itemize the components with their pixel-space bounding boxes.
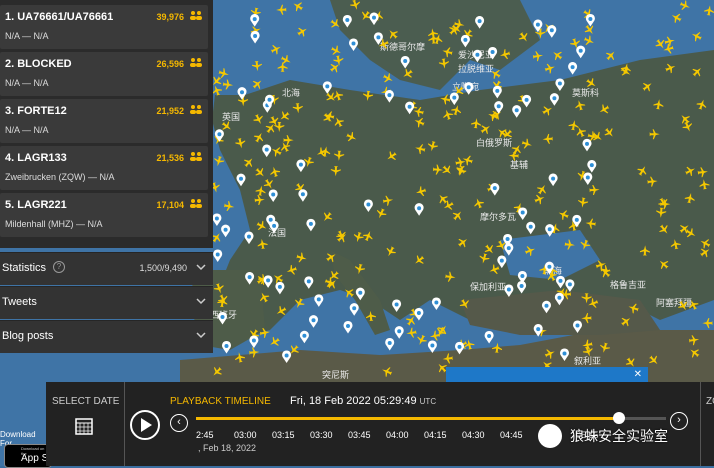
- timeline-track[interactable]: [196, 412, 666, 424]
- timeline-tick: 03:15: [272, 430, 295, 440]
- timeline-tick: 04:00: [386, 430, 409, 440]
- map-label: 英国: [222, 111, 240, 122]
- map-label: 拉脱维亚: [458, 63, 494, 74]
- map-label: 北海: [282, 87, 300, 98]
- timeline-tick: 03:00: [234, 430, 257, 440]
- flight-route: Zweibrucken (ZQW) — N/A: [5, 172, 115, 182]
- viewer-count: 17,104: [156, 200, 184, 210]
- flight-card[interactable]: 1. UA76661/UA76661 39,976 N/A — N/A: [0, 5, 208, 49]
- flight-route: N/A — N/A: [5, 31, 49, 41]
- playback-title: PLAYBACK TIMELINE: [170, 396, 271, 407]
- zoom-label: ZO: [706, 396, 714, 407]
- map-label: 莫斯科: [572, 87, 599, 98]
- info-icon[interactable]: ?: [53, 261, 65, 273]
- blog-posts-label: Blog posts: [2, 330, 54, 342]
- viewer-count: 39,976: [156, 12, 184, 22]
- watermark-text: 狼蛛安全实验室: [570, 428, 668, 444]
- map-label: 白俄罗斯: [476, 137, 512, 148]
- leaderboard-panel: 1. UA76661/UA76661 39,976 N/A — N/A 2. B…: [0, 0, 213, 248]
- map-label: 叙利亚: [574, 355, 601, 366]
- datetime-value: Fri, 18 Feb 2022 05:29:49: [290, 395, 417, 407]
- play-button[interactable]: [130, 410, 160, 440]
- download-badge[interactable]: Download For Download on the App S: [0, 428, 52, 468]
- flight-route: N/A — N/A: [5, 125, 49, 135]
- flight-name: 3. FORTE12: [5, 105, 67, 117]
- step-back-button[interactable]: ‹: [170, 414, 188, 432]
- chevron-down-icon[interactable]: [195, 261, 207, 273]
- calendar-icon[interactable]: [74, 416, 94, 436]
- statistics-value: 1,500/9,490: [139, 263, 187, 273]
- chevron-down-icon[interactable]: [195, 329, 207, 341]
- map-label: 保加利亚: [470, 281, 506, 292]
- timeline-tick: 03:45: [348, 430, 371, 440]
- playback-datetime: Fri, 18 Feb 2022 05:29:49 UTC: [290, 395, 436, 407]
- timeline-date: , Feb 18, 2022: [198, 443, 257, 453]
- statistics-label: Statistics: [2, 262, 47, 274]
- app-store-button[interactable]: Download on the App S: [4, 444, 52, 468]
- flight-route: Mildenhall (MHZ) — N/A: [5, 219, 103, 229]
- timeline-tick: 04:45: [500, 430, 523, 440]
- flight-card[interactable]: 4. LAGR133 21,536 Zweibrucken (ZQW) — N/…: [0, 146, 208, 190]
- timezone-label: UTC: [419, 397, 437, 406]
- timeline-tick: 03:30: [310, 430, 333, 440]
- viewer-count: 26,596: [156, 59, 184, 69]
- flight-card[interactable]: 2. BLOCKED 26,596 N/A — N/A: [0, 52, 208, 96]
- flight-card[interactable]: 5. LAGR221 17,104 Mildenhall (MHZ) — N/A: [0, 193, 208, 237]
- users-icon: [190, 105, 202, 114]
- tweets-section[interactable]: Tweets: [0, 286, 213, 319]
- viewer-count: 21,536: [156, 153, 184, 163]
- chevron-down-icon[interactable]: [195, 295, 207, 307]
- statistics-section[interactable]: Statistics ? 1,500/9,490: [0, 252, 213, 285]
- timeline-progress: [196, 417, 619, 420]
- map-label: 摩尔多瓦: [480, 211, 516, 222]
- flight-name: 5. LAGR221: [5, 199, 67, 211]
- timeline-tick: 2:45: [196, 430, 214, 440]
- users-icon: [190, 11, 202, 20]
- users-icon: [190, 58, 202, 67]
- blog-posts-section[interactable]: Blog posts: [0, 320, 213, 353]
- close-icon[interactable]: ✕: [634, 369, 642, 380]
- tweets-label: Tweets: [2, 296, 37, 308]
- map-label: 格鲁吉亚: [610, 279, 646, 290]
- map-label: 突尼斯: [322, 369, 349, 380]
- timeline-tick: 04:15: [424, 430, 447, 440]
- select-date-label[interactable]: SELECT DATE: [52, 396, 119, 407]
- wechat-logo-icon: [538, 424, 562, 448]
- timeline-handle[interactable]: [613, 412, 625, 424]
- timeline-tick: 04:30: [462, 430, 485, 440]
- map-label: 基辅: [510, 159, 528, 170]
- flight-name: 4. LAGR133: [5, 152, 67, 164]
- viewer-count: 21,952: [156, 106, 184, 116]
- users-icon: [190, 152, 202, 161]
- store-big-text: App S: [21, 453, 49, 464]
- flight-name: 2. BLOCKED: [5, 58, 72, 70]
- watermark: 狼蛛安全实验室: [534, 424, 714, 448]
- users-icon: [190, 199, 202, 208]
- flight-card[interactable]: 3. FORTE12 21,952 N/A — N/A: [0, 99, 208, 143]
- flight-name: 1. UA76661/UA76661: [5, 11, 114, 23]
- flight-route: N/A — N/A: [5, 78, 49, 88]
